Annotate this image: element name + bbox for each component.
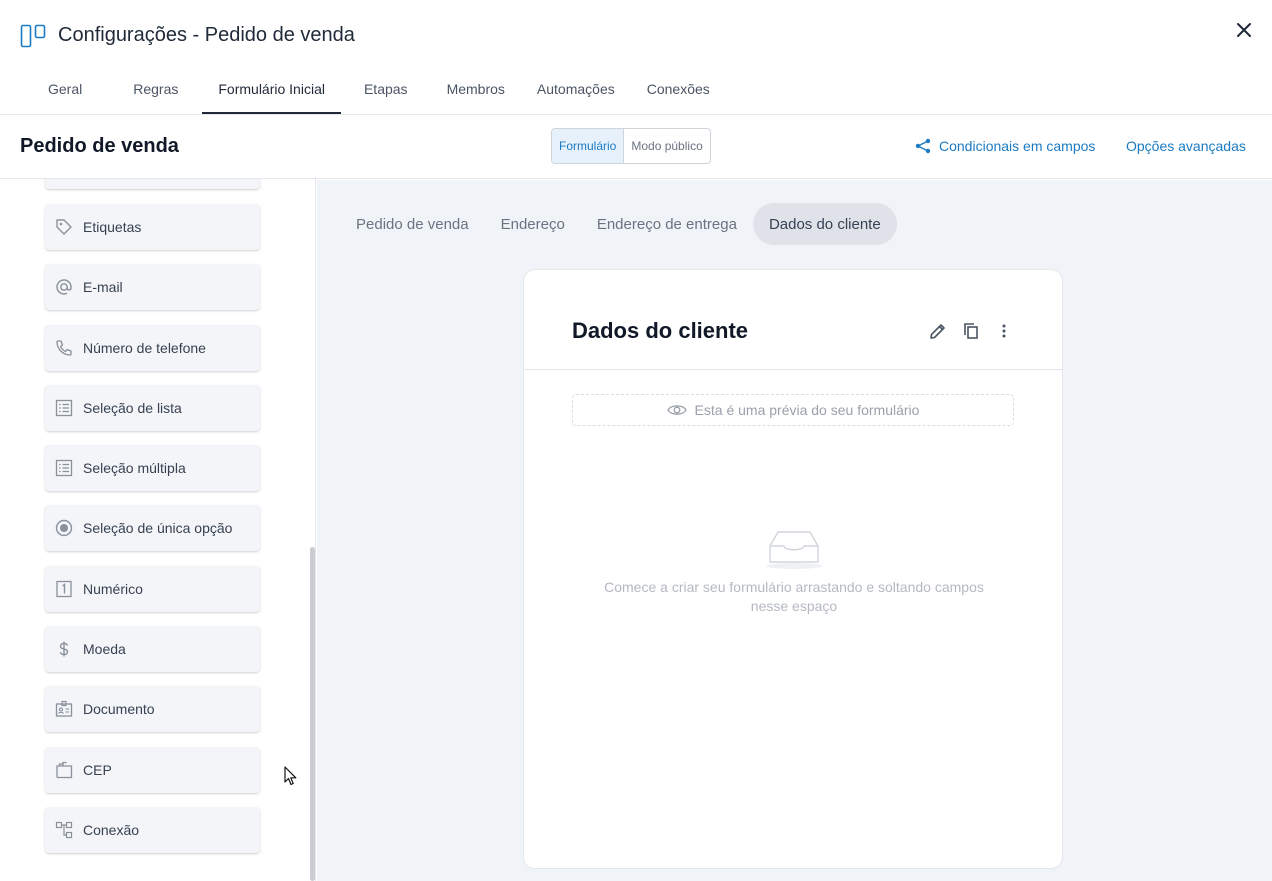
form-toolbar: Pedido de venda Formulário Modo público … [0, 115, 1272, 179]
field-item-documento[interactable]: Documento [45, 686, 260, 732]
field-label: Etiquetas [83, 219, 142, 235]
field-label: Número de telefone [83, 340, 206, 356]
field-item-selecao-multipla[interactable]: Seleção múltipla [45, 445, 260, 491]
checklist-icon [54, 458, 74, 478]
advanced-options-label: Opções avançadas [1126, 138, 1246, 154]
inbox-icon [766, 531, 822, 569]
pencil-icon [929, 323, 945, 339]
tab-formulario-inicial[interactable]: Formulário Inicial [202, 68, 341, 114]
field-label: E-mail [83, 279, 123, 295]
tab-etapas[interactable]: Etapas [364, 68, 408, 114]
preview-note: Esta é uma prévia do seu formulário [572, 394, 1014, 426]
connection-icon [54, 820, 74, 840]
mode-formulario[interactable]: Formulário [552, 129, 625, 163]
field-label: Documento [83, 701, 155, 717]
field-item-hidden[interactable] [45, 179, 260, 189]
tab-conexoes[interactable]: Conexões [647, 68, 710, 114]
field-label: CEP [83, 762, 112, 778]
preview-note-text: Esta é uma prévia do seu formulário [694, 402, 920, 418]
conditionals-label: Condicionais em campos [939, 138, 1096, 154]
close-button[interactable] [1232, 18, 1256, 42]
mode-toggle: Formulário Modo público [551, 128, 711, 164]
field-item-telefone[interactable]: Número de telefone [45, 325, 260, 371]
share-nodes-icon [915, 138, 931, 154]
settings-tabs: Geral Regras Formulário Inicial Etapas M… [0, 68, 710, 114]
mailbox-icon [54, 760, 74, 780]
tab-membros[interactable]: Membros [447, 68, 505, 114]
field-label: Numérico [83, 581, 143, 597]
copy-icon [963, 322, 978, 339]
field-label: Moeda [83, 641, 126, 657]
advanced-options-button[interactable]: Opções avançadas [1126, 138, 1246, 154]
card-header: Dados do cliente [524, 270, 1062, 370]
window-title: Configurações - Pedido de venda [58, 24, 355, 46]
mode-publico[interactable]: Modo público [624, 129, 709, 163]
field-item-selecao-lista[interactable]: Seleção de lista [45, 385, 260, 431]
section-card: Dados do cliente Esta é uma prévia do se… [523, 269, 1063, 869]
section-title: Dados do cliente [572, 318, 749, 343]
tab-geral[interactable]: Geral [48, 68, 82, 114]
dollar-icon [54, 639, 74, 659]
tab-automacoes[interactable]: Automações [537, 68, 615, 114]
conditionals-button[interactable]: Condicionais em campos [915, 138, 1095, 154]
field-item-etiquetas[interactable]: Etiquetas [45, 204, 260, 250]
field-palette: Etiquetas E-mail Número de telefone Sele… [0, 179, 316, 881]
field-label: Conexão [83, 822, 140, 838]
field-label: Seleção de lista [83, 400, 182, 416]
list-icon [54, 398, 74, 418]
modal-header: Configurações - Pedido de venda Geral Re… [0, 0, 1272, 115]
section-tabs: Pedido de venda Endereço Endereço de ent… [340, 203, 897, 245]
page-title: Pedido de venda [20, 135, 179, 157]
tag-icon [54, 217, 74, 237]
field-item-email[interactable]: E-mail [45, 264, 260, 310]
eye-icon [666, 405, 687, 415]
section-tab-endereco[interactable]: Endereço [485, 203, 581, 245]
field-item-conexao[interactable]: Conexão [45, 807, 260, 853]
at-sign-icon [54, 277, 74, 297]
section-tab-pedido[interactable]: Pedido de venda [340, 203, 485, 245]
section-tab-dados-cliente[interactable]: Dados do cliente [752, 203, 897, 245]
field-label: Seleção múltipla [83, 460, 186, 476]
tab-regras[interactable]: Regras [133, 68, 178, 114]
radio-icon [54, 518, 74, 538]
settings-modal: Configurações - Pedido de venda Geral Re… [0, 0, 1272, 881]
more-vertical-icon [1002, 324, 1005, 337]
section-tab-endereco-entrega[interactable]: Endereço de entrega [581, 203, 753, 245]
number-one-icon [54, 579, 74, 599]
edit-button[interactable] [927, 320, 948, 341]
palette-scrollbar[interactable] [310, 547, 315, 881]
form-canvas: Pedido de venda Endereço Endereço de ent… [317, 180, 1272, 881]
more-options-button[interactable] [993, 320, 1014, 341]
close-icon [1237, 23, 1251, 37]
card-actions [927, 320, 1014, 341]
phone-icon [54, 338, 74, 358]
field-item-numerico[interactable]: Numérico [45, 566, 260, 612]
id-card-icon [54, 699, 74, 719]
empty-state-message: Comece a criar seu formulário arrastando… [604, 579, 984, 614]
field-label: Seleção de única opção [83, 520, 233, 536]
duplicate-button[interactable] [960, 320, 981, 341]
field-item-cep[interactable]: CEP [45, 747, 260, 793]
mouse-pointer-icon [284, 766, 297, 786]
field-item-moeda[interactable]: Moeda [45, 626, 260, 672]
field-item-selecao-unica[interactable]: Seleção de única opção [45, 505, 260, 551]
kanban-icon [20, 24, 46, 48]
